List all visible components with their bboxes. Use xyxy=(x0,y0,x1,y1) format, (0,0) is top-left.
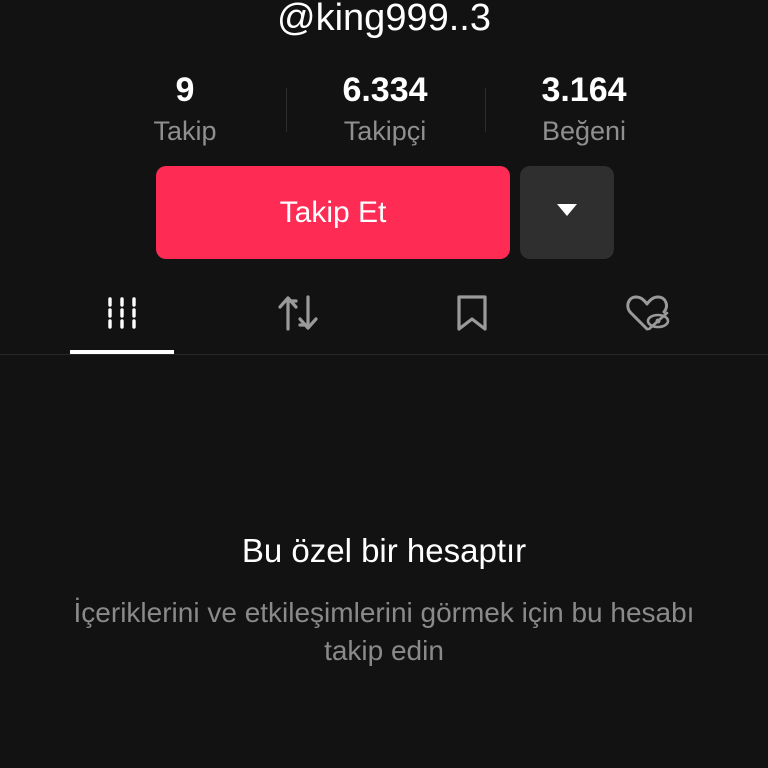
stat-following-label: Takip xyxy=(153,116,217,146)
profile-stats: 9 Takip 6.334 Takipçi 3.164 Beğeni xyxy=(0,70,768,160)
bookmark-icon xyxy=(455,294,489,337)
suggested-accounts-button[interactable] xyxy=(520,166,614,259)
follow-button[interactable]: Takip Et xyxy=(156,166,510,259)
stat-likes[interactable]: 3.164 Beğeni xyxy=(484,70,684,148)
repost-icon xyxy=(276,293,320,338)
liked-hidden-icon xyxy=(625,293,671,338)
private-account-title: Bu özel bir hesaptır xyxy=(241,532,527,569)
stat-following[interactable]: 9 Takip xyxy=(85,70,285,148)
stat-likes-count: 3.164 xyxy=(541,71,627,109)
tab-saved[interactable] xyxy=(420,280,524,350)
stat-likes-label: Beğeni xyxy=(541,116,627,146)
grid-icon xyxy=(105,296,139,335)
tabs-divider xyxy=(0,354,768,355)
profile-username: @king999..3 xyxy=(277,0,491,39)
tab-videos[interactable] xyxy=(70,280,174,350)
stat-followers-count: 6.334 xyxy=(342,71,428,109)
stat-following-count: 9 xyxy=(175,71,195,109)
private-account-description: İçeriklerini ve etkileşimlerini görmek i… xyxy=(73,597,695,666)
tab-reposts[interactable] xyxy=(246,280,350,350)
profile-tabs xyxy=(0,280,768,355)
stat-followers[interactable]: 6.334 Takipçi xyxy=(285,70,485,148)
stat-followers-label: Takipçi xyxy=(343,116,427,146)
caret-down-icon xyxy=(556,203,578,222)
tab-liked[interactable] xyxy=(596,280,700,350)
